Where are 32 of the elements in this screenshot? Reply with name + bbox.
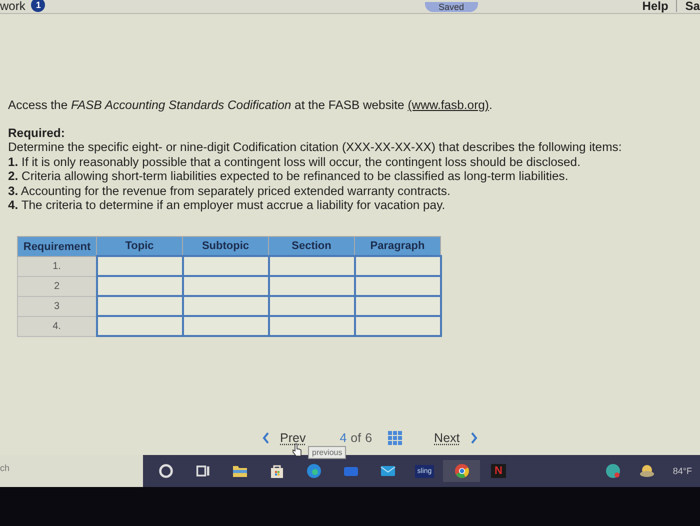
saved-status: Saved (424, 2, 478, 12)
column-header: Section (268, 236, 354, 256)
required-heading: Required: (8, 126, 66, 140)
requirement-item: 1. If it is only reasonably possible that a contingent loss will occur, the contingent loss should be disclosed. (8, 154, 582, 170)
instruction-text: Determine the specific eight- or nine-digit Codification citation (XXX-XX-XX-XX) that describes the following items: (8, 140, 623, 155)
current-page: 4 (340, 431, 347, 446)
taskbar-button[interactable]: N (480, 460, 517, 482)
column-header: Requirement (18, 236, 96, 256)
tooltip: previous (308, 446, 346, 460)
netflix-app-button[interactable]: N (490, 464, 506, 478)
temperature-label: 84°F (672, 466, 692, 476)
column-header: Subtopic (182, 236, 268, 256)
intro-text: Access the FASB Accounting Standards Codification at the FASB website (www.fasb.org). (8, 98, 494, 112)
requirement-cell: 3 (18, 296, 96, 316)
column-header: Paragraph (354, 236, 440, 256)
page-total: 6 (365, 431, 372, 446)
requirement-cell: 1. (18, 256, 96, 276)
page-of-label: of (350, 431, 362, 446)
requirement-item: 3. Accounting for the revenue from separately priced extended warranty contracts. (8, 184, 452, 198)
header-link[interactable]: Sa (685, 0, 700, 12)
requirement-item: 2. Criteria allowing short-term liabilities expected to be refinanced to be classified as long-term liabilities. (8, 169, 570, 184)
fasb-link[interactable]: (www.fasb.org) (408, 98, 489, 112)
prev-link[interactable]: Prev (280, 431, 306, 446)
requirement-cell: 4. (18, 316, 96, 336)
column-header: Topic (96, 236, 182, 256)
next-link[interactable]: Next (434, 431, 460, 446)
search-stub-text: ch (0, 455, 143, 488)
help-link[interactable]: Help (642, 0, 678, 12)
requirement-item: 4. The criteria to determine if an employer must accrue a liability for vacation pay. (8, 198, 446, 212)
requirement-cell: 2 (18, 276, 96, 296)
section-label: work (0, 0, 26, 12)
count-badge: 1 (31, 0, 46, 12)
